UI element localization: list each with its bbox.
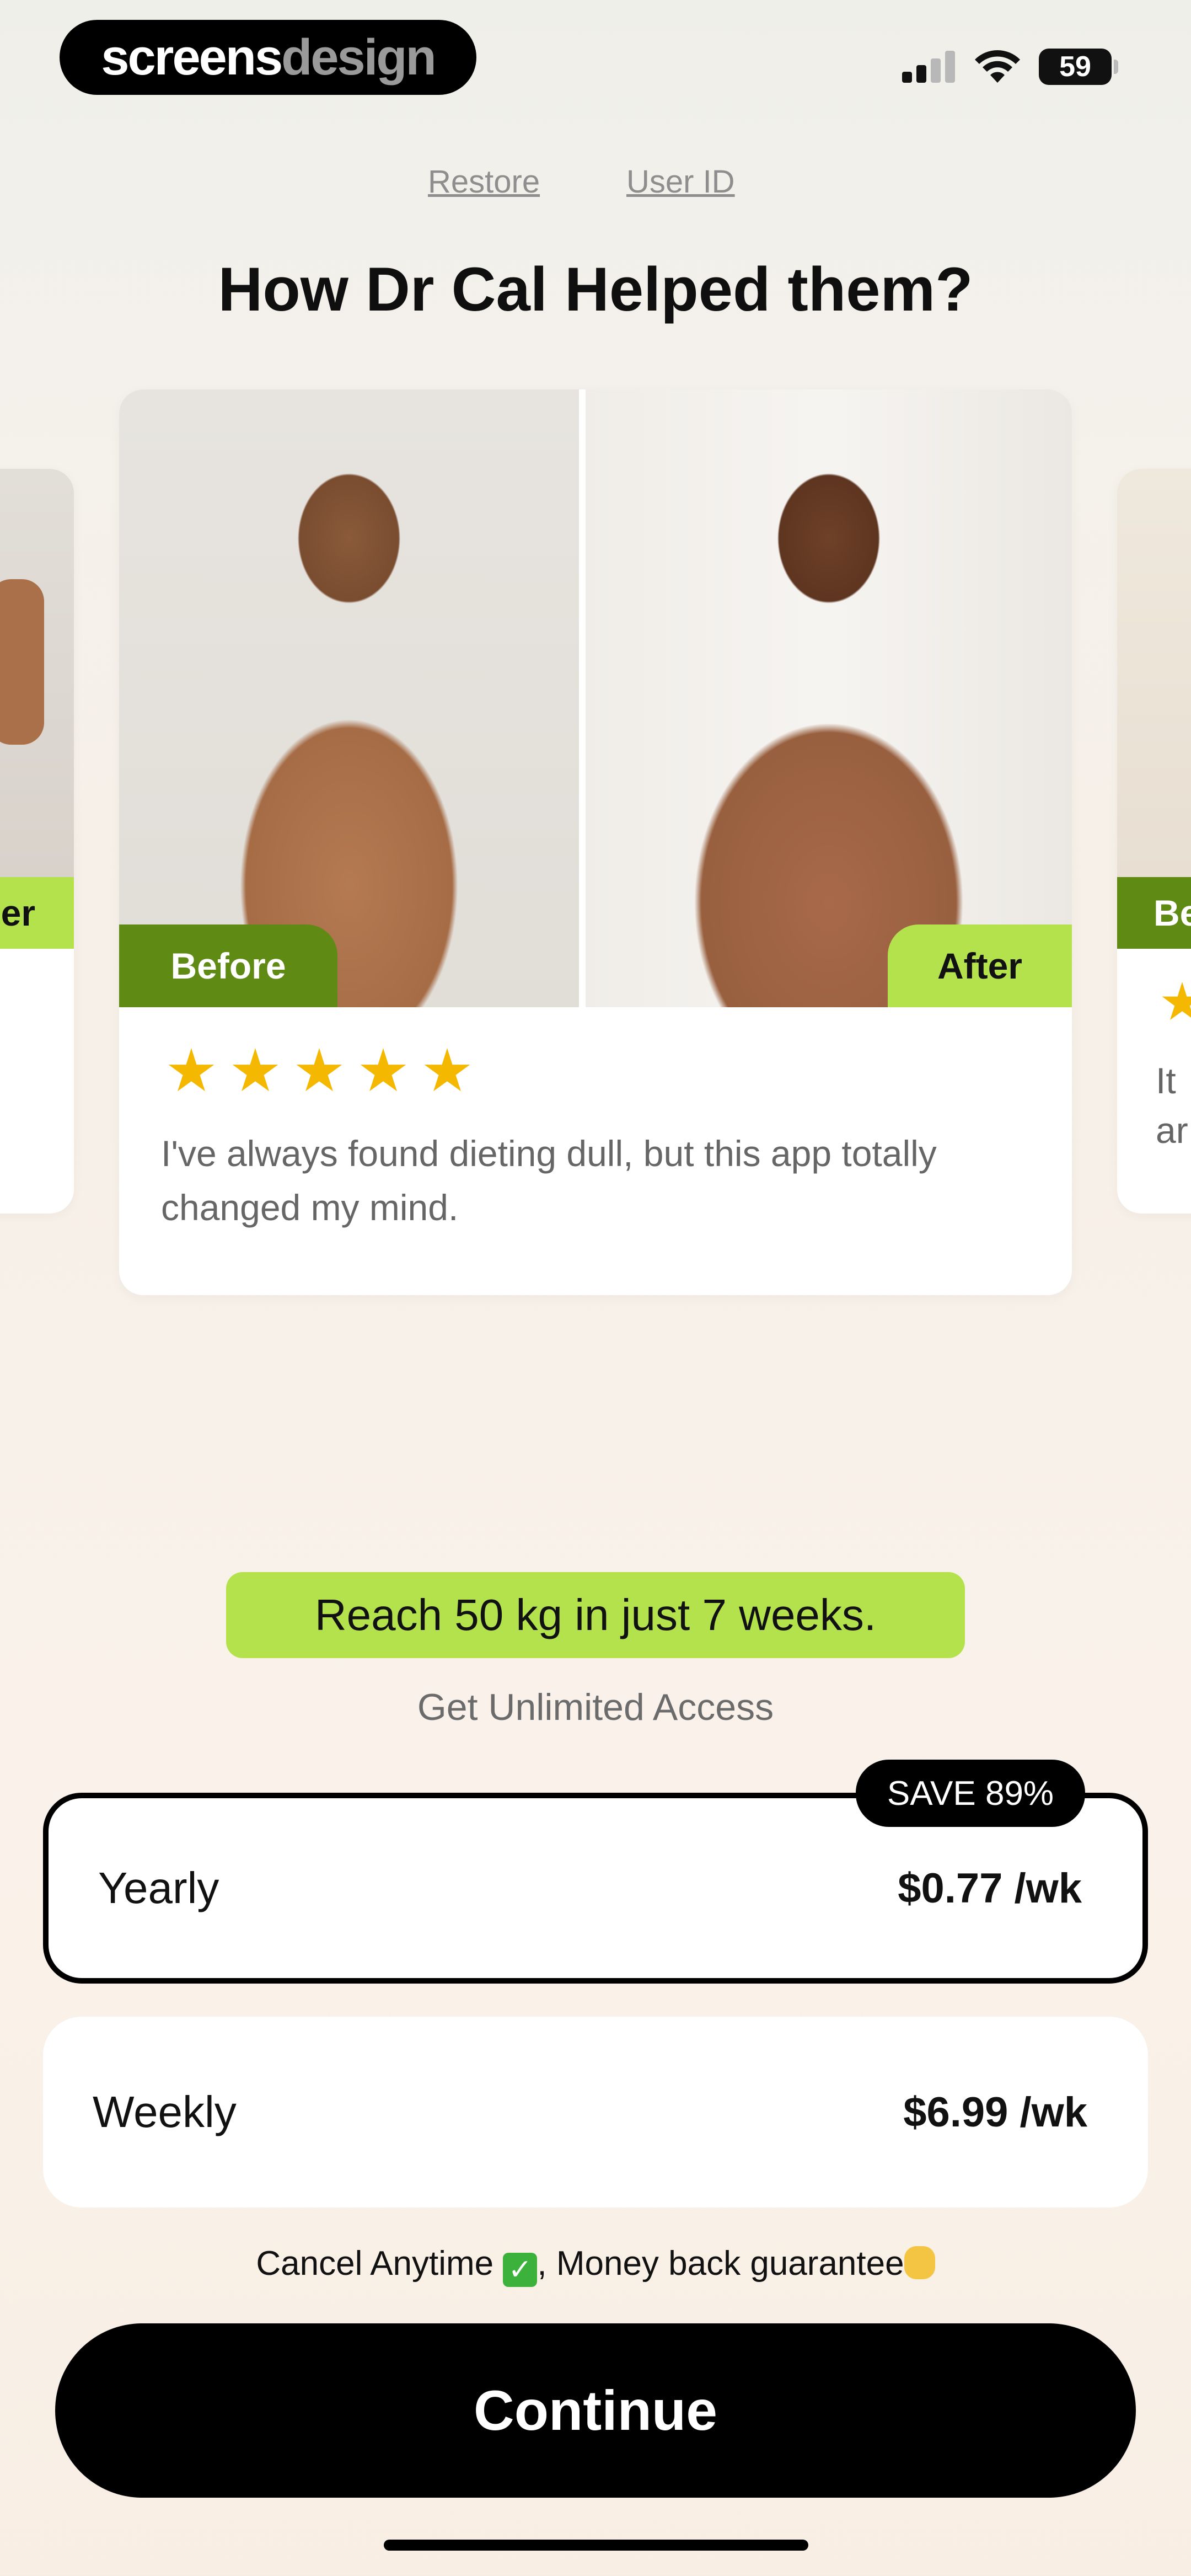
testimonial-card-next[interactable]: Be It ar	[1117, 469, 1191, 1214]
star-icon	[1162, 982, 1191, 1020]
before-after-photo	[0, 469, 74, 877]
guarantee-text: Cancel Anytime ✓, Money back guarantee	[0, 2244, 1191, 2287]
review-text-line1: It	[1156, 1060, 1176, 1101]
star-icon	[360, 1048, 406, 1092]
rating-stars	[168, 1048, 471, 1095]
home-indicator[interactable]	[384, 2540, 808, 2551]
review-text-line2: ar	[1156, 1110, 1188, 1151]
plan-name: Weekly	[93, 2087, 237, 2136]
after-tag: er	[0, 877, 74, 949]
star-icon	[424, 1048, 470, 1092]
testimonial-card-previous[interactable]: er	[0, 469, 74, 1214]
money-back-text: , Money back guarantee	[537, 2244, 904, 2283]
screensdesign-logo: screens design	[60, 20, 476, 95]
restore-link[interactable]: Restore	[428, 163, 540, 200]
star-icon	[232, 1048, 278, 1092]
plan-price: $6.99 /wk	[903, 2088, 1087, 2136]
check-mark-icon: ✓	[503, 2253, 538, 2287]
plan-name: Yearly	[98, 1863, 219, 1912]
wifi-icon	[975, 50, 1020, 83]
plan-price: $0.77 /wk	[898, 1864, 1082, 1912]
before-after-photo	[1117, 469, 1191, 877]
logo-text-design: design	[281, 29, 436, 85]
logo-text-screens: screens	[101, 29, 283, 85]
battery-icon: 59	[1039, 49, 1112, 85]
battery-tip	[1114, 60, 1118, 74]
plan-option-weekly[interactable]: Weekly $6.99 /wk	[43, 2017, 1148, 2208]
person-silhouette	[0, 579, 44, 745]
cellular-signal-icon	[902, 51, 957, 83]
before-tag: Be	[1117, 877, 1191, 949]
goal-banner: Reach 50 kg in just 7 weeks.	[226, 1572, 965, 1658]
access-subtitle: Get Unlimited Access	[417, 1686, 774, 1728]
page-title: How Dr Cal Helped them?	[218, 255, 973, 324]
continue-button[interactable]: Continue	[55, 2323, 1136, 2498]
star-icon	[296, 1048, 342, 1092]
after-photo	[586, 389, 1072, 1007]
after-tag: After	[888, 924, 1072, 1007]
testimonial-card[interactable]: Before After I've always found dieting d…	[119, 389, 1072, 1295]
user-id-link[interactable]: User ID	[626, 163, 735, 200]
star-icon	[168, 1048, 214, 1092]
save-badge: SAVE 89%	[856, 1760, 1085, 1827]
review-text: I've always found dieting dull, but this…	[161, 1133, 937, 1228]
before-tag: Before	[119, 924, 337, 1007]
cancel-anytime-text: Cancel Anytime	[256, 2244, 503, 2283]
before-photo	[119, 389, 579, 1007]
fist-emoji-icon	[904, 2246, 935, 2279]
